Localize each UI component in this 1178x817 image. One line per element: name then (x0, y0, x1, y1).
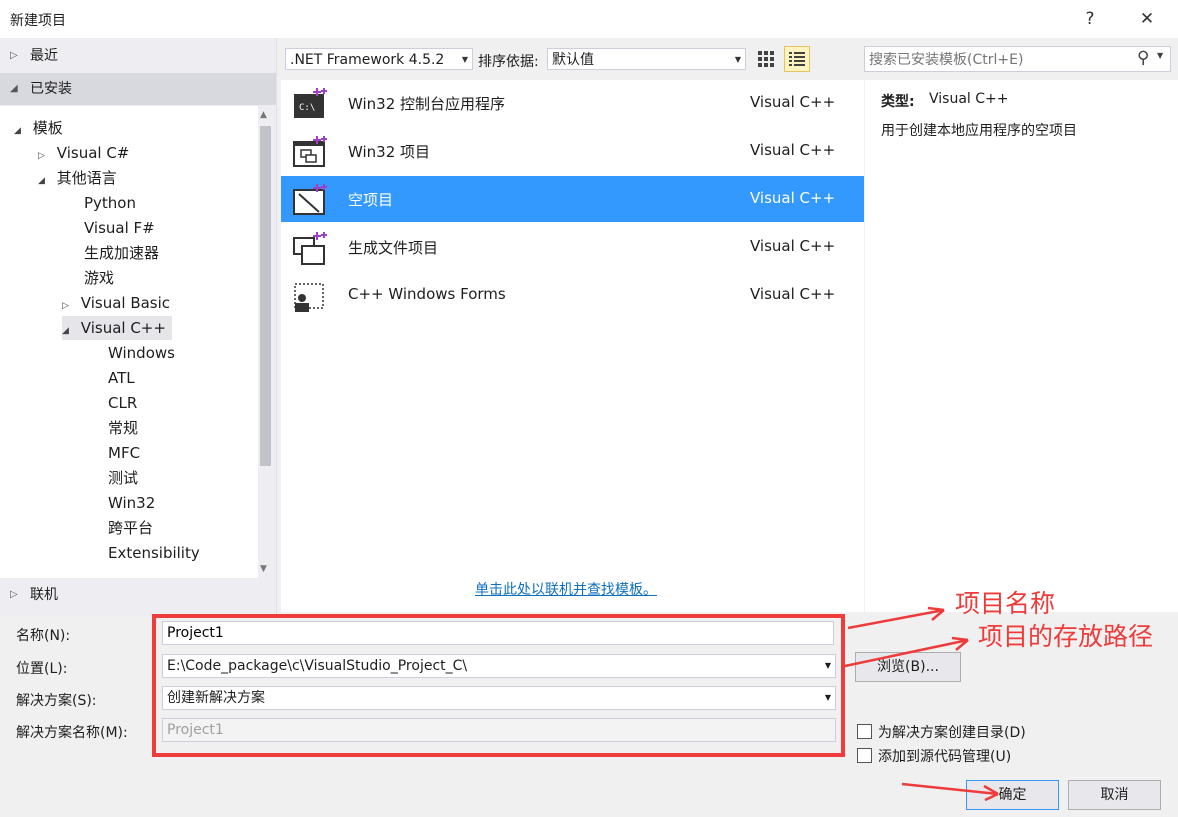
solution-name-label: 解决方案名称(M): (16, 725, 128, 741)
tree-node-python[interactable]: Python (84, 191, 136, 215)
add-scc-label[interactable]: 添加到源代码管理(U) (878, 746, 1011, 766)
tree-node-extensibility[interactable]: Extensibility (108, 541, 200, 565)
sidebar-item-label: 已安装 (30, 81, 72, 97)
annotation-project-name: 项目名称 (955, 589, 1056, 618)
annotation-highlight-box (152, 614, 845, 757)
create-dir-checkbox[interactable] (857, 724, 872, 739)
tree-node-mfc[interactable]: MFC (108, 441, 140, 465)
template-name: 生成文件项目 (348, 239, 439, 257)
template-name: 空项目 (348, 191, 394, 209)
collapse-arrow-icon[interactable]: ◢ (62, 319, 76, 343)
tree-node-win32[interactable]: Win32 (108, 491, 155, 515)
type-label: 类型: (881, 94, 915, 110)
list-item-win32-project[interactable]: Win32 项目 Visual C++ (281, 128, 864, 174)
sidebar-item-recent[interactable]: ▷ 最近 (0, 40, 276, 72)
tree-node-build-accelerator[interactable]: 生成加速器 (84, 241, 159, 265)
win32-project-icon (291, 134, 327, 170)
svg-text:C:\: C:\ (299, 103, 315, 113)
template-list: C:\ Win32 控制台应用程序 Visual C++ Win32 项目 Vi… (281, 80, 864, 612)
sidebar-item-label: 最近 (30, 48, 58, 64)
sidebar-item-installed[interactable]: ◢ 已安装 (0, 73, 276, 105)
sort-select-value: 默认值 (552, 52, 594, 68)
tree-node-label: Visual C# (56, 144, 130, 162)
type-value: Visual C++ (929, 91, 1009, 107)
empty-project-icon (291, 182, 327, 218)
tree-node-test[interactable]: 测试 (108, 466, 138, 490)
grid-view-icon[interactable] (755, 47, 777, 71)
expand-arrow-icon: ▷ (10, 589, 18, 600)
annotation-project-path: 项目的存放路径 (978, 622, 1154, 651)
list-item-win32-console[interactable]: C:\ Win32 控制台应用程序 Visual C++ (281, 80, 864, 126)
framework-select-value: .NET Framework 4.5.2 (290, 52, 445, 68)
template-name: Win32 项目 (348, 143, 431, 161)
tree-node-visual-basic[interactable]: ▷ Visual Basic (62, 291, 170, 315)
list-view-icon[interactable] (784, 46, 810, 72)
tree-node-games[interactable]: 游戏 (84, 266, 114, 290)
title-bar (0, 0, 1178, 38)
scroll-down-icon[interactable]: ▼ (260, 564, 267, 574)
collapse-arrow-icon: ◢ (10, 83, 18, 94)
template-description: 用于创建本地应用程序的空项目 (881, 123, 1077, 139)
collapse-arrow-icon[interactable]: ◢ (38, 169, 52, 193)
solution-label: 解决方案(S): (16, 693, 97, 709)
collapse-arrow-icon[interactable]: ◢ (14, 119, 28, 143)
tree-node-general[interactable]: 常规 (108, 416, 138, 440)
framework-select[interactable]: .NET Framework 4.5.2 ▼ (285, 48, 473, 70)
template-details: 类型: Visual C++ 用于创建本地应用程序的空项目 (865, 80, 1178, 612)
template-language: Visual C++ (750, 141, 836, 159)
list-item-windows-forms[interactable]: C++ Windows Forms Visual C++ (281, 272, 864, 318)
tree-node-atl[interactable]: ATL (108, 366, 135, 390)
template-language: Visual C++ (750, 189, 836, 207)
search-input[interactable] (867, 49, 1121, 71)
dropdown-arrow-icon: ▼ (461, 55, 468, 64)
annotation-arrow-ok (901, 782, 999, 802)
tree-node-label: 其他语言 (56, 169, 117, 187)
window-title: 新建项目 (10, 13, 66, 29)
tree-node-windows[interactable]: Windows (108, 341, 175, 365)
create-dir-label[interactable]: 为解决方案创建目录(D) (878, 722, 1026, 742)
sidebar-item-label: 联机 (30, 587, 58, 603)
scroll-up-icon[interactable]: ▲ (260, 110, 267, 120)
online-templates-link[interactable]: 单击此处以联机并查找模板。 (475, 579, 657, 599)
template-tree: ◢ 模板 ▷ Visual C# ◢ 其他语言 Python Visual F#… (0, 106, 258, 578)
expand-arrow-icon[interactable]: ▷ (38, 144, 52, 168)
template-name: C++ Windows Forms (348, 285, 506, 303)
list-item-empty-project[interactable]: 空项目 Visual C++ (281, 176, 864, 222)
help-button[interactable]: ? (1070, 4, 1110, 34)
dropdown-arrow-icon: ▼ (734, 55, 741, 64)
sort-select[interactable]: 默认值 ▼ (547, 48, 746, 70)
cancel-button[interactable]: 取消 (1068, 780, 1161, 810)
expand-arrow-icon: ▷ (10, 50, 18, 61)
template-search-box[interactable]: ⚲ ▼ (864, 46, 1171, 72)
tree-node-visual-fsharp[interactable]: Visual F# (84, 216, 155, 240)
add-scc-checkbox[interactable] (857, 748, 872, 763)
template-language: Visual C++ (750, 285, 836, 303)
tree-scrollbar-thumb[interactable] (260, 126, 271, 466)
windows-forms-icon (291, 278, 327, 314)
tree-node-label: Visual Basic (80, 294, 171, 312)
template-language: Visual C++ (750, 237, 836, 255)
close-button[interactable]: ✕ (1127, 4, 1167, 34)
tree-node-templates[interactable]: ◢ 模板 (14, 116, 63, 140)
template-language: Visual C++ (750, 93, 836, 111)
location-label: 位置(L): (16, 661, 68, 677)
tree-node-other-languages[interactable]: ◢ 其他语言 (38, 166, 117, 190)
expand-arrow-icon[interactable]: ▷ (62, 294, 76, 318)
dropdown-arrow-icon[interactable]: ▼ (1157, 51, 1163, 60)
list-item-makefile-project[interactable]: 生成文件项目 Visual C++ (281, 224, 864, 270)
sidebar-item-online[interactable]: ▷ 联机 (0, 579, 276, 611)
makefile-project-icon (291, 230, 327, 266)
console-app-icon: C:\ (291, 86, 327, 122)
name-label: 名称(N): (16, 628, 71, 644)
tree-node-cross-platform[interactable]: 跨平台 (108, 516, 153, 540)
tree-node-label: Visual C++ (80, 319, 166, 337)
search-icon[interactable]: ⚲ (1137, 48, 1149, 68)
tree-node-visual-csharp[interactable]: ▷ Visual C# (38, 141, 129, 165)
tree-node-visual-cpp[interactable]: ◢ Visual C++ (62, 316, 172, 340)
sort-label: 排序依据: (478, 54, 539, 70)
template-name: Win32 控制台应用程序 (348, 95, 506, 113)
tree-node-label: 模板 (32, 119, 63, 137)
tree-node-clr[interactable]: CLR (108, 391, 137, 415)
